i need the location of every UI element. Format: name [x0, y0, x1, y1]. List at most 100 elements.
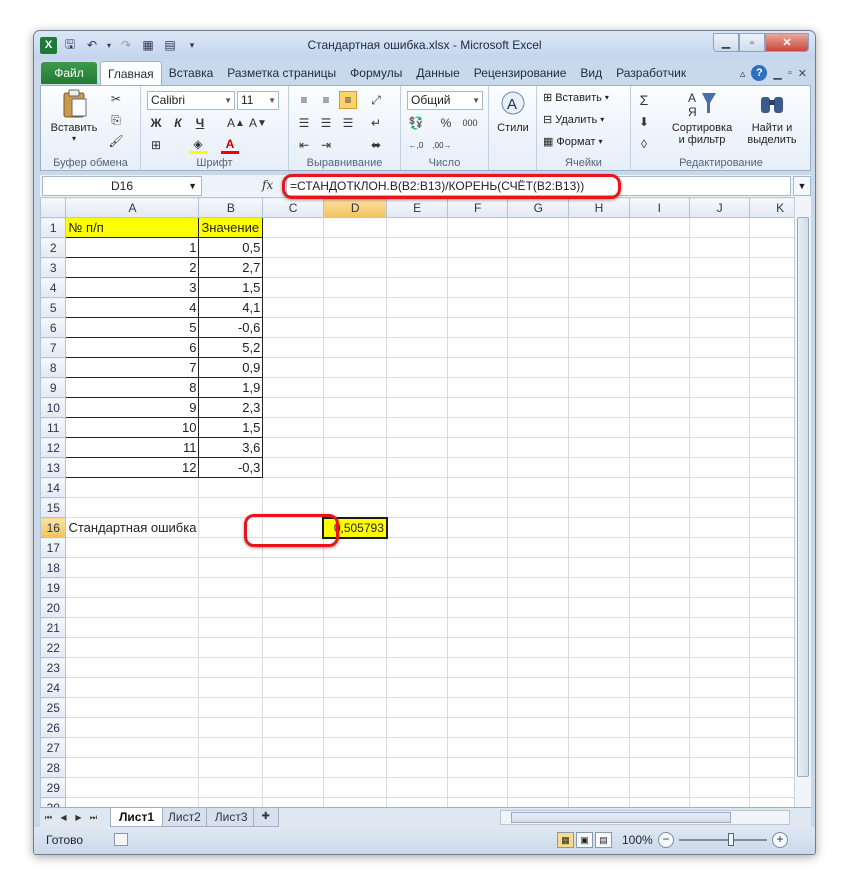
- page-break-view-icon[interactable]: ▤: [595, 832, 612, 848]
- insert-function-button[interactable]: fx: [262, 178, 273, 192]
- cell-D29[interactable]: [322, 777, 388, 798]
- cell-I2[interactable]: [628, 237, 690, 258]
- cell-J20[interactable]: [688, 597, 751, 618]
- cell-F29[interactable]: [446, 777, 509, 798]
- cell-A10[interactable]: 9: [65, 397, 200, 418]
- tab-7[interactable]: Вид: [573, 61, 609, 85]
- row-header[interactable]: 29: [40, 777, 67, 798]
- cell-H10[interactable]: [568, 397, 630, 418]
- row-header[interactable]: 20: [40, 597, 67, 618]
- cell-B12[interactable]: 3,6: [198, 437, 264, 458]
- cell-G20[interactable]: [507, 597, 570, 618]
- cell-G5[interactable]: [507, 297, 570, 318]
- cell-C28[interactable]: [262, 757, 324, 778]
- next-sheet-icon[interactable]: ▶: [72, 811, 85, 824]
- number-format-combo[interactable]: Общий ▼: [407, 91, 483, 110]
- cell-B28[interactable]: [198, 757, 264, 778]
- borders-icon[interactable]: ⊞: [147, 136, 165, 154]
- cell-E20[interactable]: [386, 597, 448, 618]
- cell-J7[interactable]: [688, 337, 751, 358]
- row-header[interactable]: 5: [40, 297, 67, 318]
- cell-J14[interactable]: [688, 477, 751, 498]
- cell-C6[interactable]: [262, 317, 324, 338]
- workbook-close-icon[interactable]: ✕: [798, 67, 807, 80]
- cell-E18[interactable]: [386, 557, 448, 578]
- paste-button[interactable]: Вставить ▾: [49, 89, 99, 143]
- cell-E16[interactable]: [386, 517, 448, 538]
- cell-J30[interactable]: [688, 797, 751, 807]
- cell-B9[interactable]: 1,9: [198, 377, 264, 398]
- cell-B24[interactable]: [198, 677, 264, 698]
- cell-I22[interactable]: [628, 637, 690, 658]
- cell-F1[interactable]: [446, 217, 509, 238]
- cell-B26[interactable]: [198, 717, 264, 738]
- cell-G3[interactable]: [507, 257, 570, 278]
- cell-D26[interactable]: [322, 717, 388, 738]
- cell-D11[interactable]: [322, 417, 388, 438]
- cell-H28[interactable]: [568, 757, 630, 778]
- cell-D21[interactable]: [322, 617, 388, 638]
- cell-H11[interactable]: [568, 417, 630, 438]
- cell-C20[interactable]: [262, 597, 324, 618]
- sheet-tab-2[interactable]: Лист2: [159, 808, 210, 827]
- align-left-icon[interactable]: ☰: [295, 114, 313, 132]
- cell-A1[interactable]: № п/п: [65, 217, 200, 238]
- row-header[interactable]: 1: [40, 217, 67, 238]
- cell-F14[interactable]: [446, 477, 509, 498]
- cell-I1[interactable]: [628, 217, 690, 238]
- cell-E28[interactable]: [386, 757, 448, 778]
- cell-G6[interactable]: [507, 317, 570, 338]
- cell-I13[interactable]: [628, 457, 690, 478]
- cell-A17[interactable]: [65, 537, 200, 558]
- fill-icon[interactable]: ⬇: [635, 113, 653, 131]
- cell-D7[interactable]: [322, 337, 388, 358]
- cell-B6[interactable]: -0,6: [198, 317, 264, 338]
- cell-A20[interactable]: [65, 597, 200, 618]
- cell-B14[interactable]: [198, 477, 264, 498]
- cell-I7[interactable]: [628, 337, 690, 358]
- cell-F10[interactable]: [446, 397, 509, 418]
- cell-B8[interactable]: 0,9: [198, 357, 264, 378]
- cell-E13[interactable]: [386, 457, 448, 478]
- cell-B3[interactable]: 2,7: [198, 257, 264, 278]
- cell-E17[interactable]: [386, 537, 448, 558]
- cell-D6[interactable]: [322, 317, 388, 338]
- shrink-font-icon[interactable]: A ▼: [249, 114, 267, 132]
- cell-B7[interactable]: 5,2: [198, 337, 264, 358]
- cell-C18[interactable]: [262, 557, 324, 578]
- cell-D27[interactable]: [322, 737, 388, 758]
- workbook-minimize-icon[interactable]: ▁: [773, 67, 781, 80]
- row-header[interactable]: 12: [40, 437, 67, 458]
- row-header[interactable]: 9: [40, 377, 67, 398]
- cell-J13[interactable]: [688, 457, 751, 478]
- cell-J26[interactable]: [688, 717, 751, 738]
- cell-H19[interactable]: [568, 577, 630, 598]
- cell-J29[interactable]: [688, 777, 751, 798]
- first-sheet-icon[interactable]: ⏮: [42, 811, 55, 824]
- column-header[interactable]: F: [446, 197, 509, 218]
- cell-I29[interactable]: [628, 777, 690, 798]
- cell-J28[interactable]: [688, 757, 751, 778]
- cell-F25[interactable]: [446, 697, 509, 718]
- cell-A29[interactable]: [65, 777, 200, 798]
- format-cells-button[interactable]: ▦ Формат ▾: [543, 135, 603, 149]
- cell-I11[interactable]: [628, 417, 690, 438]
- cell-I24[interactable]: [628, 677, 690, 698]
- cell-A9[interactable]: 8: [65, 377, 200, 398]
- cell-C9[interactable]: [262, 377, 324, 398]
- cell-C29[interactable]: [262, 777, 324, 798]
- cell-I19[interactable]: [628, 577, 690, 598]
- cell-I16[interactable]: [628, 517, 690, 538]
- cell-F5[interactable]: [446, 297, 509, 318]
- cell-G22[interactable]: [507, 637, 570, 658]
- cell-B23[interactable]: [198, 657, 264, 678]
- cell-E4[interactable]: [386, 277, 448, 298]
- currency-icon[interactable]: 💱: [407, 114, 425, 132]
- cell-J5[interactable]: [688, 297, 751, 318]
- cell-B4[interactable]: 1,5: [198, 277, 264, 298]
- tab-6[interactable]: Рецензирование: [467, 61, 574, 85]
- row-header[interactable]: 21: [40, 617, 67, 638]
- cell-D8[interactable]: [322, 357, 388, 378]
- cell-D4[interactable]: [322, 277, 388, 298]
- cell-G29[interactable]: [507, 777, 570, 798]
